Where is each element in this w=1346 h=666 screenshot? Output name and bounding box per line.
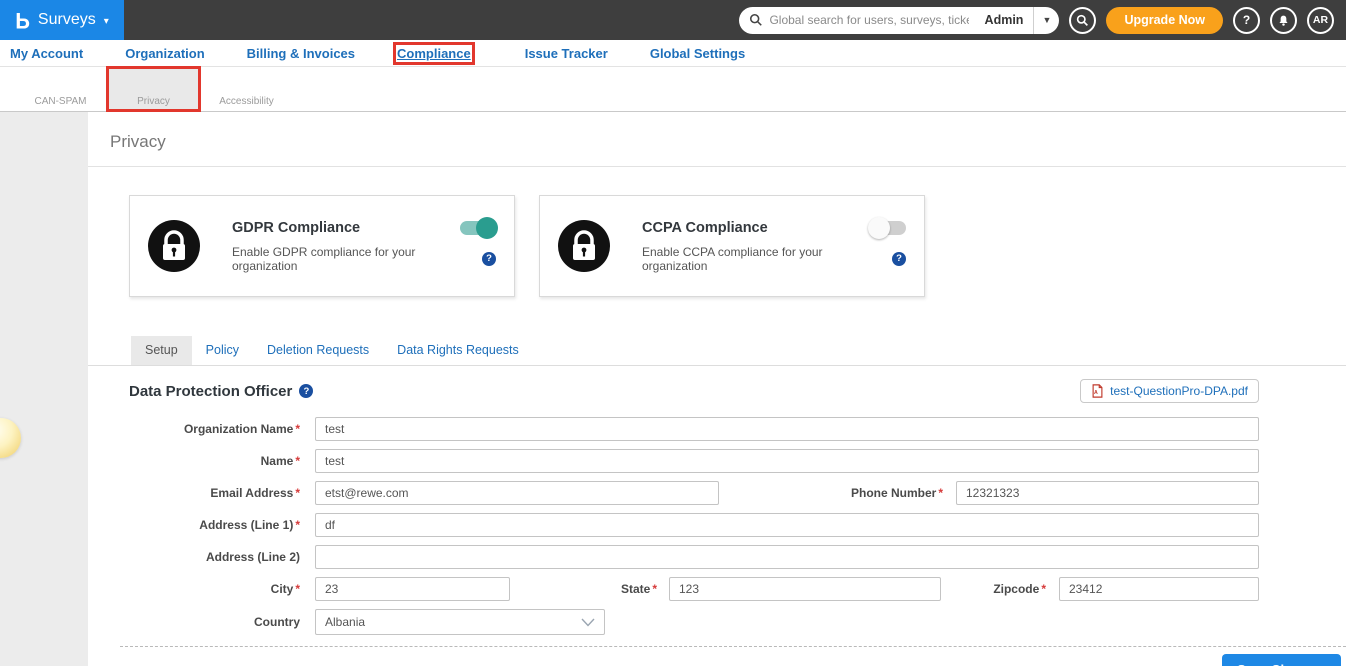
section-title: Data Protection Officer <box>129 383 292 400</box>
nav-item-my-account[interactable]: My Account <box>10 46 83 61</box>
zipcode-label: Zipcode <box>993 582 1039 596</box>
address1-label: Address (Line 1) <box>199 518 293 532</box>
save-changes-button[interactable]: Save Changes <box>1222 654 1341 666</box>
svg-text:A: A <box>1094 390 1098 396</box>
search-icon <box>749 13 763 27</box>
ccpa-card-description: Enable CCPA compliance for your organiza… <box>642 245 878 273</box>
global-search: Admin ▼ <box>739 7 1059 34</box>
setup-tabs: Setup Policy Deletion Requests Data Righ… <box>88 336 1346 366</box>
required-mark: * <box>652 582 657 596</box>
org-name-label: Organization Name <box>184 422 293 436</box>
city-label: City <box>271 582 294 596</box>
search-scope-label: Admin <box>975 13 1034 27</box>
required-mark: * <box>295 518 300 532</box>
help-button[interactable]: ? <box>1233 7 1260 34</box>
search-input[interactable] <box>763 13 974 27</box>
compliance-toolbar: CAN-SPAM Privacy Accessibility <box>0 67 1346 112</box>
toolbar-item-label: Privacy <box>137 96 170 107</box>
required-mark: * <box>295 486 300 500</box>
lock-badge-icon <box>146 218 202 274</box>
country-select[interactable]: Albania <box>315 609 605 635</box>
toolbar-item-privacy[interactable]: Privacy <box>107 67 200 111</box>
nav-item-global-settings[interactable]: Global Settings <box>650 46 745 61</box>
required-mark: * <box>1041 582 1046 596</box>
gdpr-help-icon[interactable]: ? <box>482 252 496 266</box>
ccpa-help-icon[interactable]: ? <box>892 252 906 266</box>
country-label: Country <box>129 615 300 629</box>
toolbar-item-accessibility[interactable]: Accessibility <box>200 67 293 111</box>
phone-label: Phone Number <box>851 486 936 500</box>
gdpr-toggle[interactable] <box>460 221 496 235</box>
ccpa-card: CCPA Compliance Enable CCPA compliance f… <box>539 195 925 297</box>
zipcode-input[interactable] <box>1059 577 1259 601</box>
toolbar-item-label: CAN-SPAM <box>34 96 86 107</box>
name-input[interactable] <box>315 449 1259 473</box>
chevron-down-icon <box>581 618 595 627</box>
topbar-actions: Admin ▼ Upgrade Now ? AR <box>739 7 1346 34</box>
bell-icon <box>1277 14 1290 27</box>
lock-icon <box>143 72 165 94</box>
title-divider <box>88 166 1346 167</box>
search-button[interactable] <box>1069 7 1096 34</box>
page-title: Privacy <box>88 112 1346 166</box>
ccpa-card-title: CCPA Compliance <box>642 220 768 236</box>
content-area: Privacy GDPR Compliance <box>0 112 1346 666</box>
ccpa-toggle[interactable] <box>870 221 906 235</box>
email-label: Email Address <box>210 486 293 500</box>
search-scope-dropdown[interactable]: ▼ <box>1033 7 1059 34</box>
main-nav: My Account Organization Billing & Invoic… <box>0 40 1346 67</box>
address2-input[interactable] <box>315 545 1259 569</box>
name-label: Name <box>261 454 294 468</box>
dpo-help-icon[interactable]: ? <box>299 384 313 398</box>
nav-item-billing-invoices[interactable]: Billing & Invoices <box>247 46 355 61</box>
org-name-input[interactable] <box>315 417 1259 441</box>
tab-deletion-requests[interactable]: Deletion Requests <box>253 336 383 365</box>
gdpr-card-description: Enable GDPR compliance for your organiza… <box>232 245 468 273</box>
search-icon <box>1076 14 1089 27</box>
required-mark: * <box>938 486 943 500</box>
nav-item-issue-tracker[interactable]: Issue Tracker <box>525 46 608 61</box>
gdpr-card-title: GDPR Compliance <box>232 220 360 236</box>
nav-item-compliance[interactable]: Compliance <box>397 46 471 61</box>
dpa-pdf-link[interactable]: A test-QuestionPro-DPA.pdf <box>1080 379 1259 403</box>
required-mark: * <box>295 422 300 436</box>
topbar: P Surveys ▾ Admin ▼ Upgrade Now ? <box>0 0 1346 40</box>
tab-data-rights-requests[interactable]: Data Rights Requests <box>383 336 533 365</box>
section-header: Data Protection Officer ? A test-Questio… <box>129 379 1259 403</box>
email-input[interactable] <box>315 481 719 505</box>
compliance-cards: GDPR Compliance Enable GDPR compliance f… <box>129 195 1346 297</box>
privacy-panel: Privacy GDPR Compliance <box>88 112 1346 666</box>
avatar[interactable]: AR <box>1307 7 1334 34</box>
state-label: State <box>621 582 650 596</box>
phone-input[interactable] <box>956 481 1259 505</box>
logo-p-icon: P <box>15 7 30 33</box>
required-mark: * <box>295 582 300 596</box>
upgrade-now-button[interactable]: Upgrade Now <box>1106 7 1223 34</box>
accessibility-icon <box>236 72 258 94</box>
country-value: Albania <box>325 615 365 629</box>
lock-badge-icon <box>556 218 612 274</box>
city-input[interactable] <box>315 577 510 601</box>
tab-setup[interactable]: Setup <box>131 336 192 365</box>
dpo-form: Organization Name* Name* Email Address* … <box>129 417 1259 635</box>
address1-input[interactable] <box>315 513 1259 537</box>
nav-item-organization[interactable]: Organization <box>125 46 204 61</box>
gdpr-card: GDPR Compliance Enable GDPR compliance f… <box>129 195 515 297</box>
product-name: Surveys <box>38 11 96 29</box>
state-input[interactable] <box>669 577 941 601</box>
can-spam-note-icon <box>50 72 72 94</box>
app-logo[interactable]: P Surveys ▾ <box>0 0 124 40</box>
pdf-link-label: test-QuestionPro-DPA.pdf <box>1110 384 1248 398</box>
required-mark: * <box>295 454 300 468</box>
pdf-file-icon: A <box>1091 384 1104 398</box>
cursor-highlight <box>0 418 21 458</box>
toolbar-item-label: Accessibility <box>219 96 273 107</box>
chevron-down-icon: ▾ <box>104 16 109 27</box>
address2-label: Address (Line 2) <box>129 550 300 564</box>
notifications-button[interactable] <box>1270 7 1297 34</box>
toolbar-item-can-spam[interactable]: CAN-SPAM <box>14 67 107 111</box>
tab-policy[interactable]: Policy <box>192 336 253 365</box>
